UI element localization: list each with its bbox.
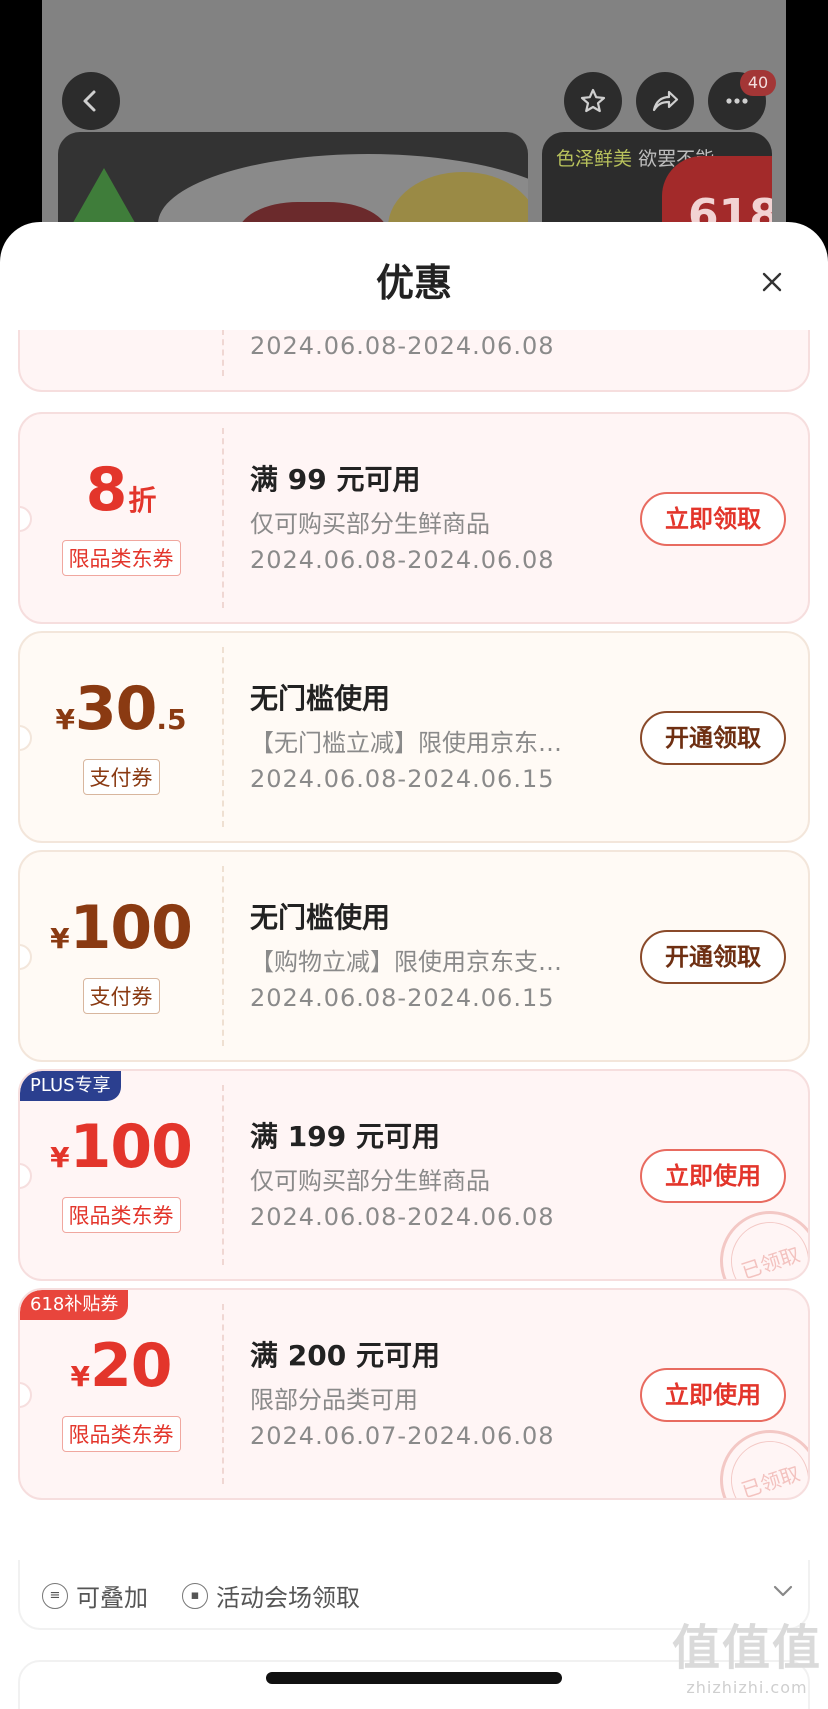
coupon-action-button[interactable]: 开通领取 bbox=[640, 930, 786, 984]
amount-value: 100 bbox=[69, 893, 193, 963]
coupon-tag: 618补贴券 bbox=[20, 1290, 129, 1320]
product-page-backdrop[interactable]: 色泽鲜美 欲罢不能 618 40 bbox=[0, 0, 828, 260]
coupon-description: 限部分品类可用 bbox=[250, 1386, 418, 1414]
amount-unit: 折 bbox=[128, 484, 157, 517]
currency-symbol: ¥ bbox=[50, 1141, 70, 1174]
coupon-title: 满 200 元可用 bbox=[250, 1339, 440, 1372]
share-icon bbox=[652, 90, 679, 112]
ticket-icon: ▪ bbox=[182, 1582, 208, 1609]
stack-icon: ≡ bbox=[42, 1582, 68, 1609]
coupon-tag: PLUS专享 bbox=[20, 1071, 121, 1101]
coupon-description: 【购物立减】限使用京东支… bbox=[250, 948, 562, 976]
coupon-amount: ¥30.5 bbox=[20, 679, 222, 739]
chevron-left-icon bbox=[83, 90, 96, 112]
coupon-amount: ¥20 bbox=[20, 1336, 222, 1396]
coupon-type-badge: 限品类东券 bbox=[61, 540, 181, 576]
currency-symbol: ¥ bbox=[55, 703, 75, 736]
coupon-type-badge: 支付券 bbox=[82, 759, 160, 795]
amount-value: 8 bbox=[85, 455, 128, 525]
coupon-list[interactable]: 2024.06.08-2024.06.08 8折限品类东券 满 99 元可用仅可购… bbox=[0, 330, 828, 1709]
coupon-description: 【无门槛立减】限使用京东… bbox=[250, 729, 562, 757]
coupon-type-badge: 限品类东券 bbox=[61, 1197, 181, 1233]
coupon-card-partial: 2024.06.08-2024.06.08 bbox=[18, 330, 810, 392]
amount-value: 30 bbox=[74, 674, 157, 744]
claimed-stamp: 已领取 bbox=[706, 1197, 808, 1279]
coupon-card: 618补贴券 ¥20 限品类东券 满 200 元可用限部分品类可用 2024.06.07… bbox=[18, 1288, 810, 1500]
stackable-label: ≡ 可叠加 bbox=[42, 1578, 148, 1613]
share-button[interactable] bbox=[636, 72, 694, 130]
back-button[interactable] bbox=[62, 72, 120, 130]
currency-symbol: ¥ bbox=[50, 922, 70, 955]
currency-symbol: ¥ bbox=[70, 1360, 90, 1393]
message-count-badge: 40 bbox=[740, 70, 776, 96]
coupon-card: PLUS专享 ¥100 限品类东券 满 199 元可用仅可购买部分生鲜商品 2024.0… bbox=[18, 1069, 810, 1281]
coupon-date: 2024.06.08-2024.06.08 bbox=[250, 332, 555, 360]
close-icon bbox=[762, 272, 782, 292]
coupon-date: 2024.06.07-2024.06.08 bbox=[250, 1422, 555, 1450]
favorite-button[interactable] bbox=[564, 72, 622, 130]
coupon-amount: ¥100 bbox=[20, 898, 222, 958]
coupon-amount: 8折 bbox=[20, 460, 222, 520]
coupon-action-button[interactable]: 立即使用 bbox=[640, 1368, 786, 1422]
sheet-title: 优惠 bbox=[375, 261, 452, 305]
coupon-title: 满 199 元可用 bbox=[250, 1120, 440, 1153]
coupon-action-button[interactable]: 立即领取 bbox=[640, 492, 786, 546]
coupon-card: ¥100 支付券 无门槛使用【购物立减】限使用京东支… 2024.06.08-2024… bbox=[18, 850, 810, 1062]
chevron-down-icon[interactable] bbox=[772, 1584, 794, 1598]
coupon-sheet: 优惠 2024.06.08-2024.06.08 8折限品类东券 满 99 元可用… bbox=[0, 222, 828, 1709]
coupon-action-button[interactable]: 开通领取 bbox=[640, 711, 786, 765]
coupon-action-button[interactable]: 立即使用 bbox=[640, 1149, 786, 1203]
coupon-title: 无门槛使用 bbox=[250, 682, 391, 715]
amount-value: 20 bbox=[89, 1331, 172, 1401]
claimed-stamp: 已领取 bbox=[706, 1416, 808, 1498]
coupon-date: 2024.06.08-2024.06.08 bbox=[250, 546, 555, 574]
coupon-date: 2024.06.08-2024.06.08 bbox=[250, 1203, 555, 1231]
coupon-type-badge: 限品类东券 bbox=[61, 1416, 181, 1452]
close-button[interactable] bbox=[752, 262, 792, 302]
coupon-card: ¥30.5 支付券 无门槛使用【无门槛立减】限使用京东… 2024.06.08-202… bbox=[18, 631, 810, 843]
amount-value: 100 bbox=[69, 1112, 193, 1182]
coupon-card: 8折限品类东券 满 99 元可用仅可购买部分生鲜商品 2024.06.08-2024… bbox=[18, 412, 810, 624]
coupon-description: 仅可购买部分生鲜商品 bbox=[250, 510, 490, 538]
coupon-type-badge: 支付券 bbox=[82, 978, 160, 1014]
home-indicator[interactable] bbox=[266, 1672, 562, 1684]
coupon-title: 满 99 元可用 bbox=[250, 463, 421, 496]
site-watermark: 值值值 zhizhizhi.com bbox=[672, 1620, 823, 1697]
amount-decimal: .5 bbox=[156, 703, 187, 736]
coupon-amount: ¥100 bbox=[20, 1117, 222, 1177]
coupon-date: 2024.06.08-2024.06.15 bbox=[250, 984, 555, 1012]
coupon-date: 2024.06.08-2024.06.15 bbox=[250, 765, 555, 793]
venue-claim-label: ▪ 活动会场领取 bbox=[182, 1578, 360, 1613]
coupon-title: 无门槛使用 bbox=[250, 901, 391, 934]
star-icon bbox=[580, 88, 606, 113]
brand-logo-icon bbox=[70, 168, 138, 228]
coupon-description: 仅可购买部分生鲜商品 bbox=[250, 1167, 490, 1195]
